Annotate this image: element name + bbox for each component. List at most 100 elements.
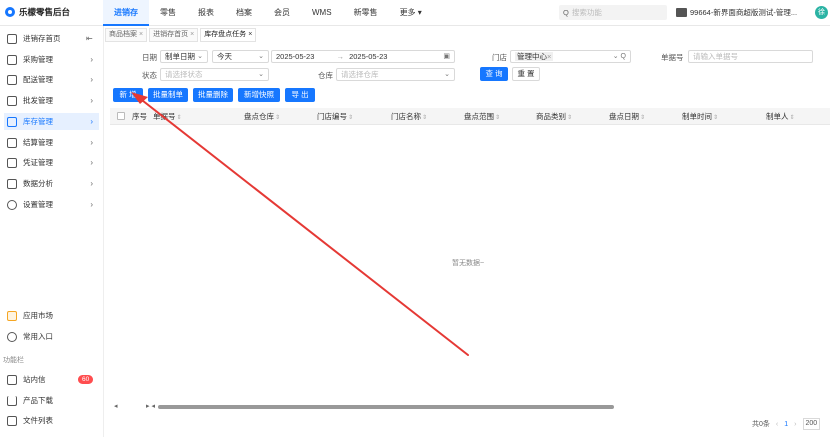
calendar-icon: ▣ — [443, 53, 450, 60]
column-header-label: 门店编号 — [317, 112, 347, 121]
store-label: 99664-新界面商超版测试-管理... — [690, 8, 798, 17]
chevron-right-icon: › — [90, 55, 93, 64]
column-header-created-time[interactable]: 制单时间⇕ — [682, 108, 718, 127]
batch-create-button[interactable]: 批量制单 — [148, 88, 188, 102]
chevron-down-icon: ⌄ — [258, 53, 264, 60]
date-type-select[interactable]: 制单日期 ⌄ — [160, 50, 208, 63]
date-range-value: 今天 — [217, 52, 232, 61]
sidebar-item-label: 数据分析 — [23, 179, 53, 188]
batch-delete-button[interactable]: 批量删除 — [193, 88, 233, 102]
column-header-label: 盘点日期 — [609, 112, 639, 121]
common-entry-link[interactable]: 常用入口 — [4, 328, 99, 345]
date-separator: → — [336, 52, 344, 61]
topnav-item-member[interactable]: 会员 — [263, 0, 301, 26]
date-label: 日期 — [142, 53, 157, 62]
scrollbar-thumb[interactable] — [158, 405, 614, 409]
status-label: 状态 — [142, 71, 157, 80]
reset-button[interactable]: 重 置 — [512, 67, 540, 81]
tab-product-archive[interactable]: 商品档案 × — [105, 28, 148, 42]
store-selector[interactable]: 99664-新界面商超版测试-管理... — [676, 7, 797, 18]
cart-icon — [7, 54, 17, 65]
app-logo[interactable]: 乐檬零售后台 — [5, 6, 70, 18]
chevron-right-icon: › — [90, 117, 93, 126]
order-no-input[interactable]: 请输入单据号 — [688, 50, 813, 63]
sidebar-item-wholesale[interactable]: 批发管理 › — [4, 92, 99, 109]
topnav-item-reports[interactable]: 报表 — [187, 0, 225, 26]
column-header-stocktake-date[interactable]: 盘点日期⇕ — [609, 108, 645, 127]
quick-snapshot-button[interactable]: 新增快照 — [238, 88, 280, 102]
avatar[interactable]: 徐 — [815, 6, 828, 19]
current-page[interactable]: 1 — [784, 421, 788, 428]
scroll-right-icon[interactable]: ▸ ◂ — [146, 402, 155, 410]
close-icon[interactable]: × — [547, 52, 551, 61]
topnav-item-more[interactable]: 更多 ▾ — [389, 0, 433, 26]
close-icon[interactable]: × — [190, 31, 194, 38]
app-market-label: 应用市场 — [23, 311, 53, 320]
select-all-checkbox[interactable] — [117, 112, 125, 120]
column-header-warehouse[interactable]: 盘点仓库⇕ — [244, 108, 280, 127]
column-header-store-code[interactable]: 门店编号⇕ — [317, 108, 353, 127]
tab-label: 进销存首页 — [153, 31, 189, 38]
close-icon[interactable]: × — [139, 31, 143, 38]
messages-badge: 60 — [78, 375, 94, 384]
next-page-icon[interactable]: › — [794, 421, 796, 428]
chevron-right-icon: › — [90, 179, 93, 188]
sort-icon: ⇕ — [713, 115, 719, 121]
date-range-select[interactable]: 今天 ⌄ — [212, 50, 269, 63]
warehouse-select[interactable]: 请选择仓库 ⌄ — [336, 68, 455, 81]
scroll-left-icon[interactable]: ◂ — [114, 402, 118, 410]
messages-label: 站内信 — [23, 375, 46, 384]
feature-search-input[interactable]: Q 搜索功能 — [559, 5, 667, 20]
sort-icon: ⇕ — [348, 115, 354, 121]
sidebar-item-analysis[interactable]: 数据分析 › — [4, 175, 99, 192]
horizontal-scrollbar[interactable]: ◂ ▸ ◂ — [114, 402, 814, 410]
topnav-item-wms[interactable]: WMS — [301, 0, 343, 26]
store-select[interactable]: 管理中心× ⌄ Q — [510, 50, 631, 63]
topnav-item-archive[interactable]: 档案 — [225, 0, 263, 26]
app-market-link[interactable]: 应用市场 — [4, 307, 99, 324]
downloads-link[interactable]: 产品下载 — [4, 392, 99, 409]
download-icon — [7, 395, 17, 406]
sidebar-item-inventory[interactable]: 库存管理 › — [4, 113, 99, 130]
date-range-picker[interactable]: 2025-05-23 → 2025-05-23 ▣ — [271, 50, 455, 63]
file-list-link[interactable]: 文件列表 — [4, 412, 99, 429]
sidebar-item-label: 进销存首页 — [23, 34, 61, 43]
column-header-creator[interactable]: 制单人⇕ — [766, 108, 795, 127]
sidebar-item-settlement[interactable]: 结算管理 › — [4, 134, 99, 151]
downloads-label: 产品下载 — [23, 396, 53, 405]
sidebar-item-distribution[interactable]: 配送管理 › — [4, 71, 99, 88]
topnav-item-inventory[interactable]: 进销存 — [103, 0, 149, 26]
chevron-right-icon: › — [90, 138, 93, 147]
status-select[interactable]: 请选择状态 ⌄ — [160, 68, 269, 81]
annotation-arrow-shaft — [137, 96, 469, 356]
search-icon: ⌄ Q — [612, 53, 626, 60]
column-header-store-name[interactable]: 门店名称⇕ — [391, 108, 427, 127]
app-title: 乐檬零售后台 — [19, 7, 71, 17]
wholesale-icon — [7, 95, 17, 106]
chevron-down-icon: ▾ — [415, 8, 422, 17]
sidebar-item-label: 设置管理 — [23, 200, 53, 209]
column-header-category[interactable]: 商品类别⇕ — [536, 108, 572, 127]
topnav-item-new-retail[interactable]: 新零售 — [343, 0, 389, 26]
prev-page-icon[interactable]: ‹ — [776, 421, 778, 428]
sidebar-item-purchase[interactable]: 采购管理 › — [4, 51, 99, 68]
sidebar-item-home[interactable]: 进销存首页 — [4, 30, 99, 47]
close-icon[interactable]: × — [248, 31, 252, 38]
column-header-scope[interactable]: 盘点范围⇕ — [464, 108, 500, 127]
tab-stocktake-task[interactable]: 库存盘点任务 × — [200, 28, 257, 42]
chevron-right-icon: › — [90, 75, 93, 84]
page-size-select[interactable]: 200 — [802, 418, 821, 430]
query-button[interactable]: 查 询 — [480, 67, 508, 81]
truck-icon — [7, 74, 17, 85]
new-button[interactable]: 新 增 — [113, 88, 143, 102]
store-icon — [676, 8, 687, 17]
sidebar-item-label: 采购管理 — [23, 55, 53, 64]
tab-inventory-home[interactable]: 进销存首页 × — [149, 28, 199, 42]
store-tag-label: 管理中心 — [517, 52, 547, 61]
sidebar-item-settings[interactable]: 设置管理 › — [4, 196, 99, 213]
column-header-order-no[interactable]: 单据号⇕ — [153, 108, 182, 127]
sort-icon: ⇕ — [495, 115, 501, 121]
topnav-item-retail[interactable]: 零售 — [149, 0, 187, 26]
export-button[interactable]: 导 出 — [285, 88, 315, 102]
sidebar-item-voucher[interactable]: 凭证管理 › — [4, 154, 99, 171]
